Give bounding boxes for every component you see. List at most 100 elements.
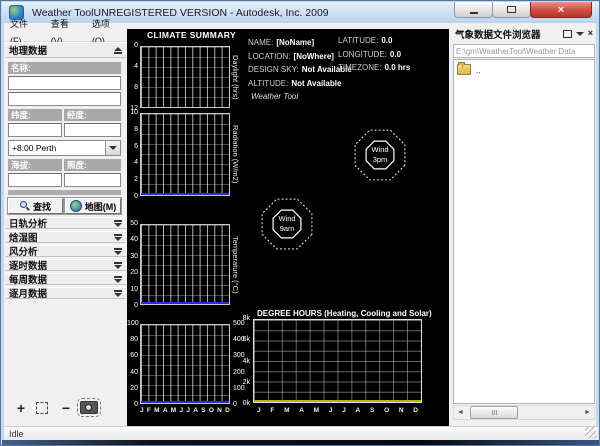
tick-label: 80 [127,336,138,343]
expand-icon[interactable] [114,220,122,227]
weather-tool-watermark: Weather Tool [251,92,298,101]
latitude-label: 纬度: [8,109,62,121]
expand-icon[interactable] [114,234,122,241]
info-row: LONGITUDE:0.0 [338,48,410,62]
scroll-left-icon[interactable]: ◄ [454,409,467,416]
expand-icon[interactable] [114,262,122,269]
timezone-select[interactable]: +8:00 Perth [8,140,121,156]
info-label: TIMEZONE: [338,63,382,72]
map-button[interactable]: 地图(M) [65,198,121,214]
scroll-right-icon[interactable]: ► [581,409,594,416]
find-button-label: 查找 [33,200,51,213]
wind-label: Wind [371,145,388,154]
name-input-2[interactable] [8,92,121,106]
sidebar-section-header[interactable]: 日轨分析 [5,217,126,229]
wind-time-label: 3pm [373,155,388,164]
wind-rose-3pm[interactable]: Wind 3pm [352,127,408,183]
sidebar-section-label: 每周数据 [9,272,47,286]
browser-file-item[interactable]: .. [454,60,594,75]
month-label: S [370,407,374,414]
minimize-icon [470,12,478,14]
close-button[interactable]: × [530,2,592,18]
altitude-label: 海拔: [8,159,62,171]
month-label: N [399,407,404,414]
month-label: F [270,407,274,414]
latitude-input[interactable] [8,123,62,137]
month-label: A [193,407,198,414]
sidebar-section-header[interactable]: 每周数据 [5,273,126,285]
info-label: ALTITUDE: [248,79,288,88]
radiation-chart [140,113,230,196]
months-axis-degree-hours: JFMAMJJASOND [253,407,422,414]
find-button[interactable]: 查找 [8,198,63,214]
sidebar-section-header[interactable]: 逐月数据 [5,287,126,299]
longitude-input[interactable] [64,123,121,137]
info-label: NAME: [248,38,273,47]
tick-label: 8 [127,126,138,133]
resize-grip[interactable] [585,427,596,438]
sidebar-section-label: 日轨分析 [9,216,47,230]
expand-icon[interactable] [114,290,122,297]
radiation-axis-label: Radiation (W/m2) [231,113,240,196]
sidebar-section-header[interactable]: 风分析 [5,245,126,257]
panel-menu-icon[interactable] [576,32,584,36]
float-panel-icon[interactable] [563,30,572,38]
snapshot-button[interactable] [80,401,98,414]
browser-path-field[interactable]: E:\gm\WeatherTool\Weather Data [453,44,595,58]
name-input-1[interactable] [8,76,121,90]
sidebar-section-label: 逐时数据 [9,258,47,272]
info-label: LONGITUDE: [338,50,387,59]
illuminance-label: 照度: [64,159,121,171]
tick-label: 4 [127,159,138,166]
fit-view-button[interactable] [36,402,48,414]
wind-rose-9am[interactable]: Wind 9am [259,196,315,252]
degree-hours-title: DEGREE HOURS (Heating, Cooling and Solar… [257,309,432,318]
info-row: DESIGN SKY:Not Available [248,63,352,77]
month-label: F [147,407,151,414]
month-label: A [299,407,304,414]
browser-file-list[interactable]: .. [453,59,595,404]
divider [8,190,121,195]
fit-frame-icon [36,402,48,414]
zoom-out-button[interactable]: − [58,400,74,416]
tick-label: 0 [127,302,138,309]
sidebar-section-header[interactable]: 焓湿图 [5,231,126,243]
daylight-chart [140,46,230,108]
close-panel-icon[interactable]: × [588,29,593,38]
tick-label: 4 [127,63,138,70]
info-value: Not Available [291,79,341,88]
camera-icon [80,401,98,414]
expand-icon[interactable] [114,248,122,255]
climate-summary-canvas: CLIMATE SUMMARY NAME:[NoName]LOCATION:[N… [127,29,449,426]
info-row: ALTITUDE:Not Available [248,77,352,91]
tick-label: 8k [235,315,250,322]
info-row: LATITUDE:0.0 [338,34,410,48]
temperature-chart [140,224,230,305]
zoom-in-button[interactable]: + [13,400,29,416]
month-label: D [413,407,418,414]
collapse-icon[interactable] [114,47,122,54]
expand-icon[interactable] [114,276,122,283]
degree-hours-chart [253,319,422,403]
browser-h-scrollbar[interactable]: ◄ ► [453,405,595,420]
maximize-button[interactable] [492,2,531,18]
dropdown-button[interactable] [105,141,120,155]
tick-label: 20 [127,269,138,276]
sidebar-header-geodata[interactable]: 地理数据 [5,42,126,58]
search-icon [20,201,30,211]
status-text: Idle [9,429,24,439]
month-label: M [171,407,176,414]
sidebar-section-header[interactable]: 逐时数据 [5,259,126,271]
tick-label: 40 [127,236,138,243]
maximize-icon [507,6,516,13]
tick-label: 40 [127,369,138,376]
status-bar: Idle [4,426,598,440]
illuminance-input[interactable] [64,173,121,187]
info-row: TIMEZONE:0.0 hrs [338,61,410,75]
altitude-input[interactable] [8,173,62,187]
minimize-button[interactable] [454,2,493,18]
weather-file-browser-header[interactable]: 气象数据文件浏览器 × [451,25,597,42]
scrollbar-thumb[interactable] [470,406,518,419]
info-row: NAME:[NoName] [248,36,352,50]
month-label: A [163,407,168,414]
